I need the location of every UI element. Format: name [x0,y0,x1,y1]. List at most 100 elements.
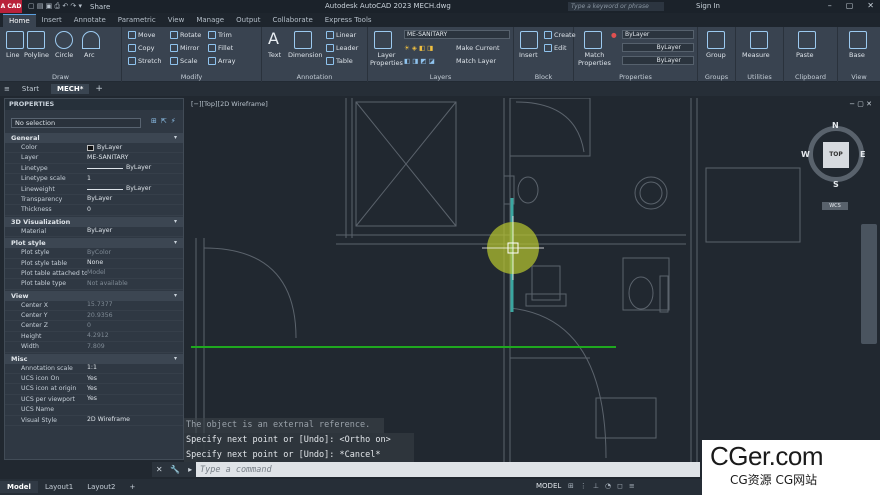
maximize-icon[interactable]: ▢ [846,1,854,10]
group-button[interactable]: Group [706,51,726,59]
leader-button[interactable]: Leader [326,44,358,52]
layer-tools-icons-row2[interactable]: ◧ ◨ ◩ ◪ [404,57,435,65]
compass-north[interactable]: N [832,121,839,130]
property-row[interactable]: Lineweight ByLayer [5,185,183,195]
close-command-icon[interactable]: ✕ [156,465,163,474]
layer-dropdown[interactable]: ME-SANITARY [404,30,510,39]
select-objects-icon[interactable]: ⇱ [161,117,167,125]
grid-icon[interactable]: ⊞ [568,482,574,490]
insert-button[interactable]: Insert [519,51,538,59]
add-layout-icon[interactable]: + [122,481,142,493]
ribbon-tab-manage[interactable]: Manage [190,14,230,27]
model-space-toggle[interactable]: MODEL [536,482,561,490]
array-button[interactable]: Array [208,57,236,65]
base-view-button[interactable]: Base [849,51,865,59]
lineweight-dropdown[interactable]: ByLayer [622,56,694,65]
selection-dropdown[interactable]: No selection [11,118,141,128]
compass-west[interactable]: W [801,150,810,159]
navigation-bar[interactable] [861,224,877,344]
property-row[interactable]: Plot table type Not available [5,279,183,290]
line-button[interactable]: Line [6,51,20,59]
draw-panel-title[interactable]: Draw [0,73,121,81]
tab-layout2[interactable]: Layout2 [80,481,122,493]
snap-icon[interactable]: ⋮ [580,482,587,490]
polyline-button[interactable]: Polyline [24,51,49,59]
dimension-button[interactable]: Dimension [288,51,323,59]
match-layer-button[interactable]: Match Layer [456,57,496,65]
circle-icon[interactable] [55,31,73,49]
property-row[interactable]: Color ByLayer [5,143,183,154]
menu-icon[interactable]: ≡ [4,85,10,93]
tab-model[interactable]: Model [0,481,38,493]
copy-button[interactable]: Copy [128,44,155,52]
ribbon-tab-express-tools[interactable]: Express Tools [319,14,378,27]
application-menu-button[interactable]: A CAD [0,0,22,13]
tab-layout1[interactable]: Layout1 [38,481,80,493]
close-icon[interactable]: ✕ [867,1,874,10]
ribbon-tab-collaborate[interactable]: Collaborate [266,14,318,27]
group-icon[interactable] [707,31,725,49]
ortho-icon[interactable]: ⊥ [593,482,599,490]
property-row[interactable]: Linetype ByLayer [5,164,183,175]
property-row[interactable]: Center X 15.7377 [5,301,183,312]
clipboard-panel-title[interactable]: Clipboard [784,73,837,81]
ribbon-tab-home[interactable]: Home [3,14,36,27]
text-icon[interactable]: A [268,29,279,48]
search-input[interactable]: Type a keyword or phrase [568,2,664,11]
section-misc[interactable]: Misc [5,353,183,364]
insert-icon[interactable] [520,31,538,49]
base-view-icon[interactable] [849,31,867,49]
property-row[interactable]: UCS icon On Yes [5,374,183,385]
osnap-icon[interactable]: ◻ [617,482,623,490]
new-tab-icon[interactable]: + [95,84,103,94]
create-block-button[interactable]: Create [544,31,576,39]
polar-icon[interactable]: ◔ [605,482,611,490]
quick-access-toolbar[interactable]: ▢ ▤ ▣ ⎙ ↶ ↷ ▾ [28,2,82,11]
make-current-button[interactable]: Make Current [456,44,500,52]
property-row[interactable]: UCS icon at origin Yes [5,384,183,395]
linetype-dropdown[interactable]: ByLayer [622,43,694,52]
fillet-button[interactable]: Fillet [208,44,233,52]
section-plot-style[interactable]: Plot style [5,238,183,249]
rotate-button[interactable]: Rotate [170,31,201,39]
annotation-panel-title[interactable]: Annotation [262,73,367,81]
property-row[interactable]: Plot table attached to Model [5,269,183,280]
stretch-button[interactable]: Stretch [128,57,161,65]
properties-title[interactable]: PROPERTIES [5,99,183,110]
ribbon-tab-annotate[interactable]: Annotate [68,14,112,27]
property-row[interactable]: Plot style ByColor [5,248,183,259]
color-wheel-icon[interactable]: ● [611,31,617,39]
share-button[interactable]: Share [90,3,110,11]
trim-button[interactable]: Trim [208,31,232,39]
property-row[interactable]: Linetype scale 1 [5,174,183,185]
toggle-pickadd-icon[interactable]: ⊞ [151,117,157,125]
drawing-viewport[interactable]: [−][Top][2D Wireframe] − ▢ ✕ [186,98,880,462]
match-properties-button[interactable]: Match Properties [578,51,611,67]
lineweight-icon[interactable]: ≡ [629,482,635,490]
tab-start[interactable]: Start [16,84,45,94]
compass-south[interactable]: S [833,180,839,189]
paste-icon[interactable] [798,31,816,49]
ribbon-tab-output[interactable]: Output [230,14,266,27]
property-row[interactable]: Visual Style 2D Wireframe [5,416,183,426]
property-row[interactable]: Plot style table None [5,259,183,269]
dimension-icon[interactable] [294,31,312,49]
section-view[interactable]: View [5,290,183,301]
ribbon-tab-insert[interactable]: Insert [36,14,68,27]
polyline-icon[interactable] [27,31,45,49]
layer-properties-icon[interactable] [374,31,392,49]
ribbon-tab-view[interactable]: View [162,14,191,27]
paste-button[interactable]: Paste [796,51,814,59]
property-row[interactable]: Thickness 0 [5,205,183,216]
property-row[interactable]: Center Z 0 [5,321,183,332]
modify-panel-title[interactable]: Modify [122,73,261,81]
arc-icon[interactable] [82,31,100,49]
match-properties-icon[interactable] [584,31,602,49]
property-row[interactable]: Center Y 20.9356 [5,311,183,322]
scale-button[interactable]: Scale [170,57,198,65]
viewport-window-controls[interactable]: − ▢ ✕ [849,100,872,108]
tab-mech[interactable]: MECH* [50,84,90,94]
measure-icon[interactable] [750,31,768,49]
view-cube-top-face[interactable]: TOP [823,142,849,168]
sign-in-button[interactable]: Sign In [696,2,720,10]
